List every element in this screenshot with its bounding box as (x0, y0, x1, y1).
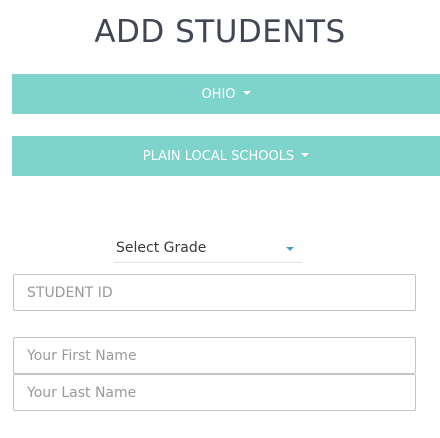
last-name-input[interactable] (13, 374, 416, 411)
state-dropdown-label: OHIO (201, 86, 236, 102)
page-title: ADD STUDENTS (94, 14, 346, 50)
student-id-input[interactable] (13, 274, 416, 311)
caret-down-icon (301, 153, 310, 157)
district-dropdown-label: PLAIN LOCAL SCHOOLS (142, 148, 295, 164)
caret-down-icon (286, 247, 294, 251)
caret-down-icon (242, 91, 251, 95)
grade-select[interactable]: Select Grade (114, 233, 302, 263)
first-name-input[interactable] (13, 337, 416, 374)
grade-select-label: Select Grade (116, 239, 207, 256)
district-dropdown-button[interactable]: PLAIN LOCAL SCHOOLS (12, 136, 440, 176)
state-dropdown-button[interactable]: OHIO (12, 74, 440, 114)
